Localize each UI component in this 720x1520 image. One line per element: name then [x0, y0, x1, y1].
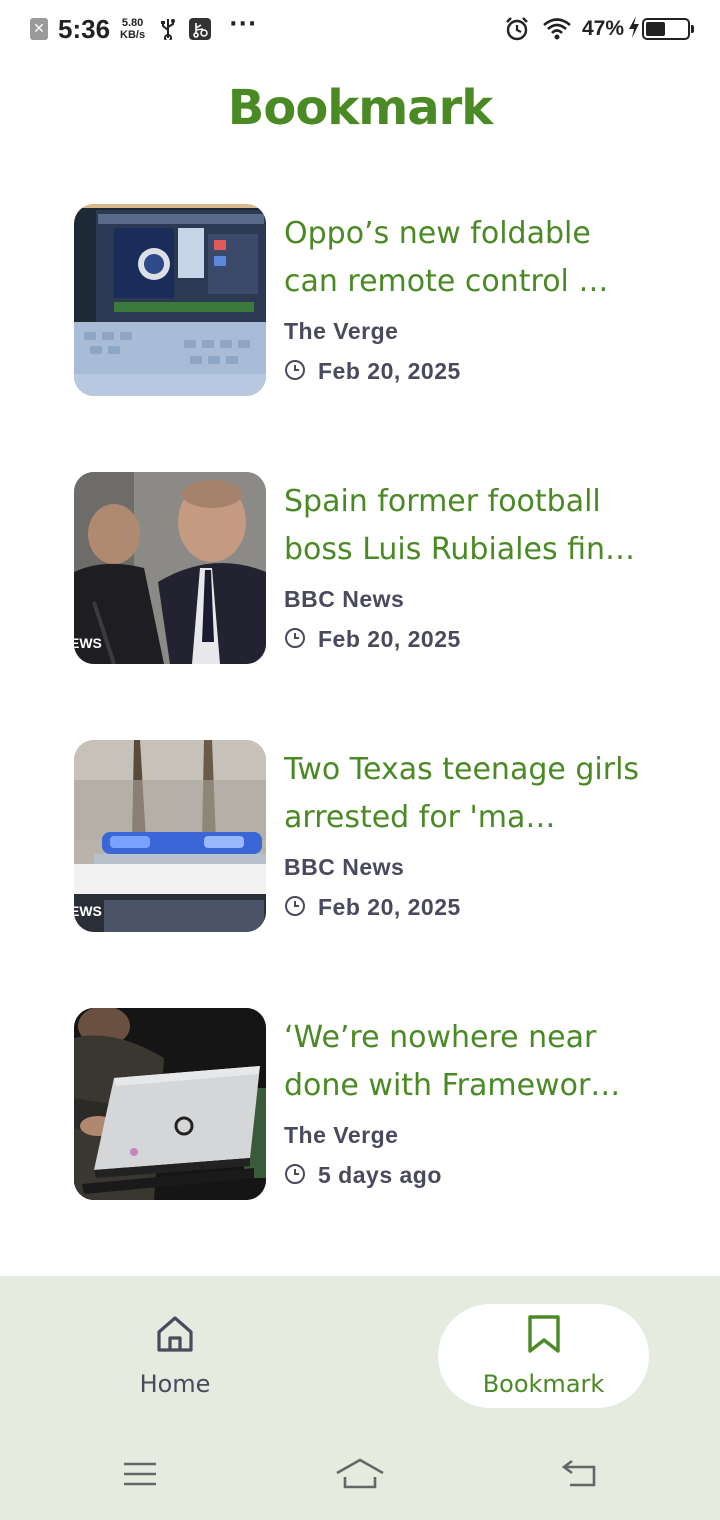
thumbnail-watermark: EWS	[74, 903, 102, 919]
system-home-icon	[335, 1457, 385, 1495]
article-date: 5 days ago	[318, 1162, 442, 1188]
battery-level	[646, 22, 665, 36]
article-thumbnail: EWS	[74, 472, 266, 664]
clock-icon	[284, 895, 306, 921]
bookmark-article-card[interactable]: EWS Two Texas teenage girls arrested for…	[74, 740, 654, 932]
clock-icon	[284, 359, 306, 385]
article-thumbnail	[74, 204, 266, 396]
bookmark-article-card[interactable]: ‘We’re nowhere near done with Framewor… …	[74, 1008, 654, 1200]
bottom-navigation: Home Bookmark	[0, 1276, 720, 1520]
system-back-button[interactable]	[550, 1446, 610, 1506]
system-home-button[interactable]	[330, 1446, 390, 1506]
article-title: ‘We’re nowhere near done with Framewor…	[284, 1020, 621, 1103]
system-navigation-bar	[0, 1446, 720, 1506]
article-title: Oppo’s new foldable can remote control …	[284, 216, 609, 299]
charging-icon	[628, 16, 640, 42]
article-thumbnail	[74, 1008, 266, 1200]
bookmark-article-card[interactable]: Oppo’s new foldable can remote control ……	[74, 204, 654, 396]
article-source: BBC News	[284, 586, 405, 612]
article-title: Two Texas teenage girls arrested for 'ma…	[284, 752, 640, 835]
more-notifications-icon: ···	[229, 12, 258, 37]
article-date: Feb 20, 2025	[318, 358, 461, 384]
clock-icon	[284, 1163, 306, 1189]
back-icon	[560, 1459, 600, 1493]
nav-bookmark-button[interactable]: Bookmark	[438, 1304, 649, 1408]
network-speed-unit: KB/s	[120, 29, 146, 41]
home-icon	[155, 1314, 195, 1358]
page-title: Bookmark	[227, 80, 493, 136]
bookmark-icon	[527, 1314, 561, 1358]
clock-icon	[284, 627, 306, 653]
thumbnail-watermark: EWS	[74, 635, 102, 651]
bookmark-article-card[interactable]: EWS Spain former football boss Luis Rubi…	[74, 472, 654, 664]
article-source: The Verge	[284, 318, 399, 344]
article-date: Feb 20, 2025	[318, 894, 461, 920]
article-date: Feb 20, 2025	[318, 626, 461, 652]
status-time: 5:36	[58, 13, 111, 44]
nav-bookmark-label: Bookmark	[482, 1370, 605, 1398]
status-bar: ✕ 5:36 5.80 KB/s ··· 47%	[0, 0, 720, 58]
recent-apps-button[interactable]	[110, 1446, 170, 1506]
notification-dismiss-icon: ✕	[30, 18, 48, 40]
battery-percentage: 47%	[581, 17, 624, 40]
menu-icon	[122, 1460, 158, 1492]
nav-home-button[interactable]: Home	[70, 1304, 280, 1408]
nav-home-label: Home	[139, 1370, 211, 1398]
article-source: BBC News	[284, 854, 405, 880]
network-speed: 5.80 KB/s	[120, 17, 145, 41]
bookmark-screen: ✕ 5:36 5.80 KB/s ··· 47% Bookmark Oppo’s…	[0, 0, 720, 1520]
alarm-icon	[504, 16, 530, 42]
article-source: The Verge	[284, 1122, 399, 1148]
wifi-icon	[542, 17, 572, 41]
network-speed-value: 5.80	[121, 17, 144, 29]
article-thumbnail: EWS	[74, 740, 266, 932]
battery-icon	[642, 18, 694, 40]
usb-debugging-icon	[189, 18, 212, 40]
usb-icon	[159, 18, 177, 40]
article-title: Spain former football boss Luis Rubiales…	[284, 484, 636, 567]
